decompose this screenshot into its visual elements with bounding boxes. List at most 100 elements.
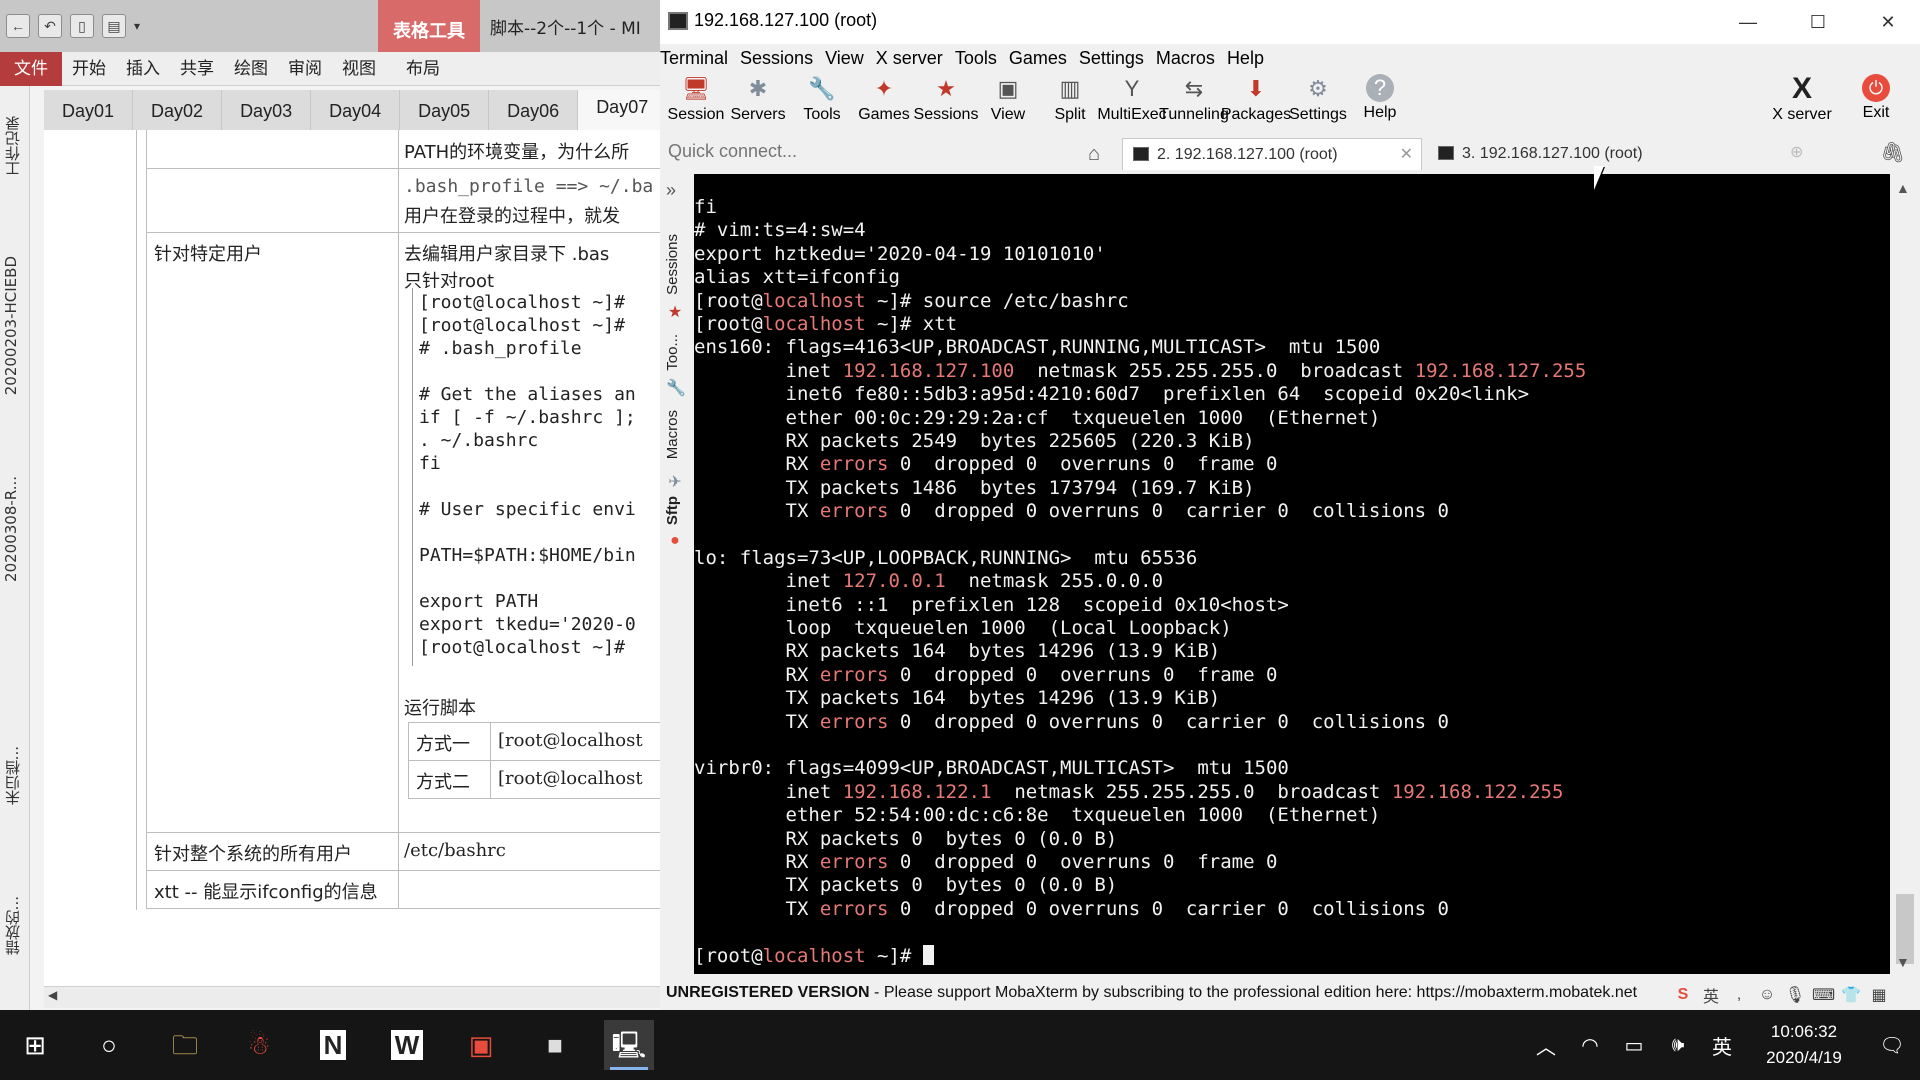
ribbon-tab-review[interactable]: 审阅 [278,52,332,86]
side-tab-tools[interactable]: Too... [664,334,681,371]
file-explorer-icon[interactable]: 🗀 [160,1020,210,1070]
terminal-tab-label: 3. 192.168.127.100 (root) [1462,145,1643,162]
notebook-label[interactable]: 20200308-R... [2,476,20,582]
menu-tools[interactable]: Tools [955,48,1005,69]
terminal-output[interactable]: fi # vim:ts=4:sw=4 export hztkedu='2020-04… [694,174,1890,974]
sogou-ime-icon[interactable]: S [1672,986,1694,1004]
table-border [146,908,660,909]
toolbar-exit-button[interactable]: ⏻ Exit [1846,72,1906,122]
menu-view[interactable]: View [825,48,872,69]
toolbar-help-button[interactable]: ? Help [1342,72,1418,122]
section-tab-day07[interactable]: Day07 [578,90,660,130]
side-tab-macros[interactable]: Macros [664,410,681,459]
scroll-down-icon[interactable]: ▼ [1896,954,1910,970]
notebook-label[interactable]: 20200203-HCIEBD [2,256,20,395]
unregistered-label: UNREGISTERED VERSION [666,984,870,1001]
app-icon[interactable]: ☃ [234,1020,284,1070]
notebook-label[interactable]: 工作记录 [2,116,23,176]
toolbar-xserver-button[interactable]: X X server [1764,72,1840,124]
scroll-up-icon[interactable]: ▲ [1896,180,1910,196]
emoji-icon[interactable]: ☺ [1756,986,1778,1004]
method-two-command: [root@localhost [498,768,643,789]
home-tab-icon[interactable]: ⌂ [1074,140,1114,168]
battery-icon[interactable]: ▭ [1612,1033,1656,1058]
terminal-line: RX errors 0 dropped 0 overruns 0 frame 0 [694,664,1586,687]
clock[interactable]: 10:06:32 2020/4/19 [1744,1019,1864,1071]
onenote-icon[interactable]: N [308,1020,358,1070]
ribbon-tab-insert[interactable]: 插入 [116,52,170,86]
code-line: . ~/.bashrc [419,430,539,451]
ime-lang[interactable]: 英 [1700,983,1722,1007]
settings-gear-icon: ⚙ [1308,76,1328,101]
new-tab-icon[interactable]: ⊕ [1790,142,1803,162]
terminal-tab-3[interactable]: 3. 192.168.127.100 (root) [1428,138,1728,170]
back-icon[interactable]: ← [6,14,30,38]
search-circle-icon[interactable]: ○ [84,1020,134,1070]
windows-start-icon[interactable]: ⊞ [10,1020,60,1070]
status-message[interactable]: - Please support MobaXterm by subscribin… [870,984,1637,1001]
menu-sessions[interactable]: Sessions [740,48,821,69]
scroll-left-icon[interactable]: ◀ [48,988,57,1002]
mobaxterm-taskbar-icon[interactable]: 🖳 [604,1020,654,1070]
menu-terminal[interactable]: Terminal [660,48,736,69]
section-tab-day03[interactable]: Day03 [222,90,312,130]
ribbon-tab-file[interactable]: 文件 [0,52,62,86]
ribbon-tab-share[interactable]: 共享 [170,52,224,86]
notebook-label[interactable]: 错放的... [2,896,23,955]
xtt-note: xtt -- 能显示ifconfig的信息 [154,882,378,903]
tab-close-icon[interactable]: ✕ [1400,139,1413,171]
table-border [146,232,660,233]
microphone-icon[interactable]: 🎙 [1784,985,1806,1005]
menu-settings[interactable]: Settings [1079,48,1152,69]
chevron-up-icon[interactable]: ︿ [1524,1031,1568,1060]
notebook-label[interactable]: 未归档... [2,746,23,805]
keyboard-icon[interactable]: ⌨ [1812,985,1835,1005]
quick-connect-input[interactable] [668,136,968,166]
terminal-text: TX packets 0 bytes 0 (0.0 B) [694,874,1118,897]
section-tab-day05[interactable]: Day05 [400,90,490,130]
side-tab-sessions[interactable]: Sessions [664,234,681,295]
section-tab-day06[interactable]: Day06 [489,90,579,130]
horizontal-scrollbar[interactable]: ◀ [44,986,660,1008]
notification-icon[interactable]: 🗨 [1864,1033,1920,1058]
maximize-icon[interactable]: ☐ [1798,6,1838,38]
customize-dropdown-icon[interactable]: ▾ [134,19,140,33]
word-icon[interactable]: W [382,1020,432,1070]
ime-menu-icon[interactable]: ▦ [1868,985,1890,1005]
section-tab-day01[interactable]: Day01 [44,90,134,130]
menu-macros[interactable]: Macros [1156,48,1223,69]
code-line: # Get the aliases an [419,384,636,405]
video-app-icon[interactable]: ■ [530,1020,580,1070]
terminal-vertical-scrollbar[interactable]: ▲ ▼ [1892,174,1918,974]
ribbon-tab-draw[interactable]: 绘图 [224,52,278,86]
menu-games[interactable]: Games [1009,48,1075,69]
undo-icon[interactable]: ↶ [38,14,62,38]
section-tab-day02[interactable]: Day02 [133,90,223,130]
terminal-text: 0 dropped 0 overruns 0 carrier 0 collisi… [888,500,1449,523]
menu-xserver[interactable]: X server [876,48,951,69]
section-tab-day04[interactable]: Day04 [311,90,401,130]
side-tab-sftp[interactable]: Sftp [664,496,681,525]
table-tools-tab[interactable]: 表格工具 [378,0,480,52]
volume-icon[interactable]: 🕪 [1656,1034,1700,1057]
minimize-icon[interactable]: — [1728,6,1768,38]
punctuation-icon[interactable]: ‚ [1728,986,1750,1004]
close-icon[interactable]: ✕ [1868,6,1908,38]
paperclip-icon[interactable]: 🖇 [1880,140,1905,165]
screen-recorder-icon[interactable]: ▣ [456,1020,506,1070]
ime-indicator[interactable]: 英 [1700,1031,1744,1060]
ribbon-tab-layout[interactable]: 布局 [396,52,450,86]
skin-icon[interactable]: 👕 [1840,985,1862,1005]
menu-help[interactable]: Help [1227,48,1272,69]
ribbon-tab-home[interactable]: 开始 [62,52,116,86]
view-mode-icon[interactable]: ▤ [102,14,126,38]
wifi-icon[interactable]: ◠ [1568,1033,1612,1058]
terminal-line: ether 00:0c:29:29:2a:cf txqueuelen 1000 … [694,407,1586,430]
dock-icon[interactable]: ▯ [70,14,94,38]
terminal-line: RX errors 0 dropped 0 overruns 0 frame 0 [694,453,1586,476]
terminal-tab-2[interactable]: 2. 192.168.127.100 (root) ✕ [1122,138,1422,170]
terminal-text: inet [694,359,843,382]
tools-icon: 🔧 [808,76,836,101]
collapse-sidebar-icon[interactable]: » [666,180,676,201]
ribbon-tab-view[interactable]: 视图 [332,52,386,86]
